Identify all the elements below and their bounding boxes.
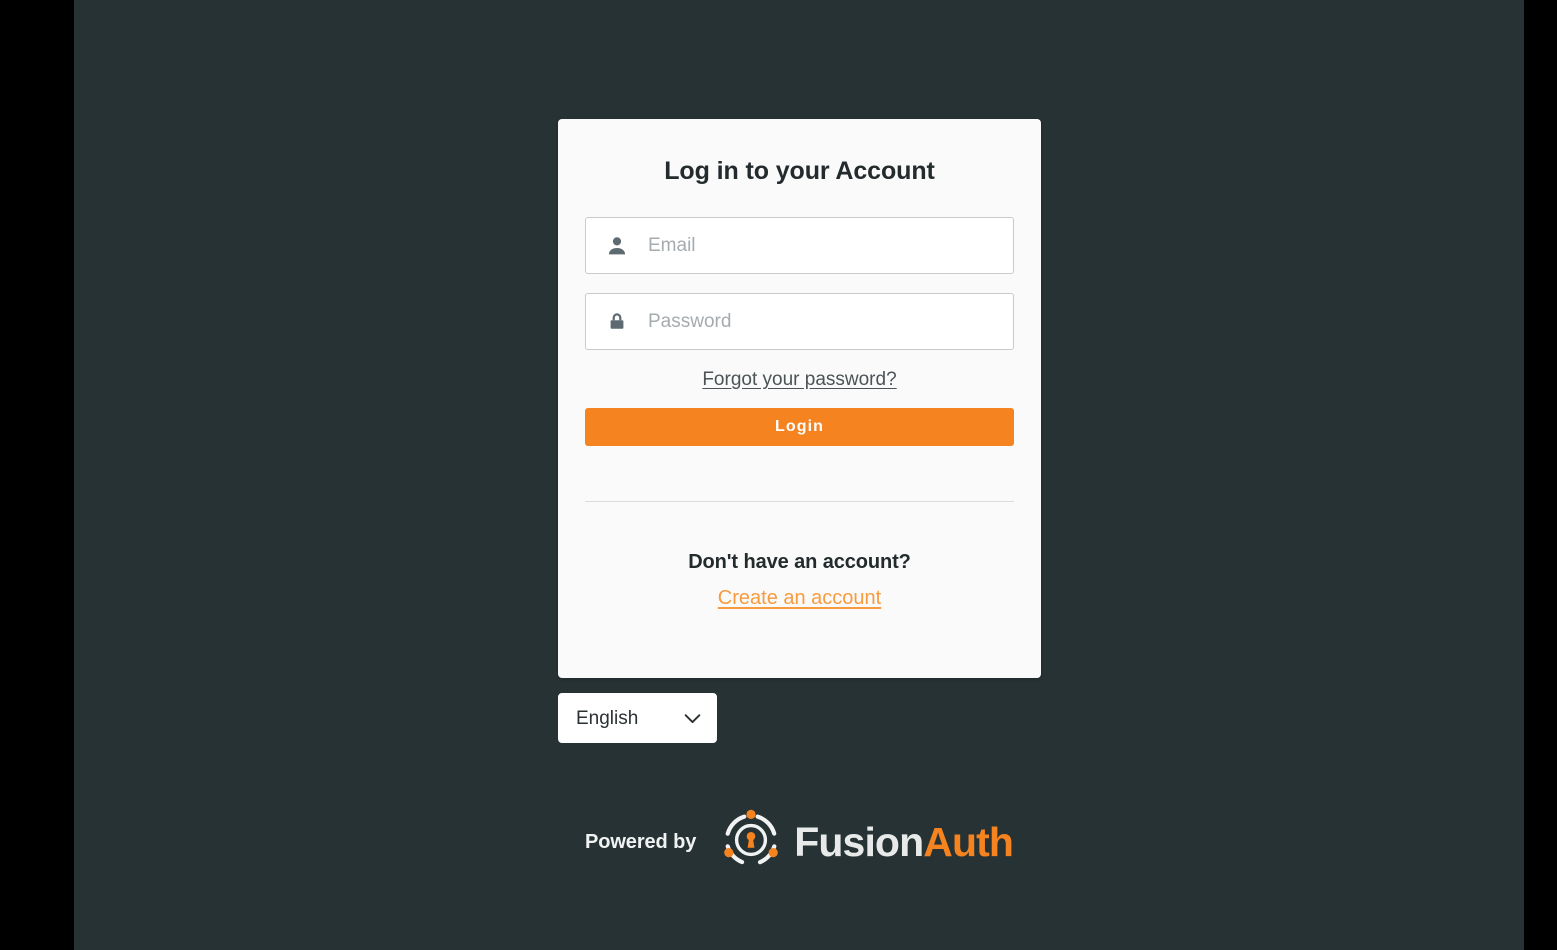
signup-prompt: Don't have an account? [688, 551, 911, 573]
section-divider [585, 501, 1014, 502]
login-page: Log in to your Account Email Forgot your… [74, 0, 1524, 950]
login-card: Log in to your Account Email Forgot your… [558, 119, 1041, 678]
create-account-link[interactable]: Create an account [718, 587, 881, 610]
screen: Log in to your Account Email Forgot your… [0, 0, 1557, 950]
letterbox-left [0, 0, 74, 950]
forgot-password-link[interactable]: Forgot your password? [702, 369, 896, 390]
password-field-row[interactable] [585, 293, 1014, 350]
user-icon [586, 234, 648, 258]
login-button[interactable]: Login [585, 408, 1014, 446]
footer: Powered by FusionAuth [74, 808, 1524, 877]
email-field-row[interactable] [585, 217, 1014, 274]
language-select-input[interactable]: English [558, 693, 717, 743]
lock-icon [586, 310, 648, 334]
password-input[interactable] [648, 294, 1013, 349]
powered-by-label: Powered by [584, 831, 697, 853]
wordmark-auth: Auth [923, 819, 1014, 865]
fusionauth-wordmark: FusionAuth [794, 819, 1014, 865]
login-form: Forgot your password? Login [558, 217, 1041, 446]
letterbox-right [1524, 0, 1557, 950]
forgot-password-row: Forgot your password? [585, 369, 1014, 391]
signup-section: Don't have an account? Create an account [558, 551, 1041, 610]
page-title: Log in to your Account [664, 157, 935, 185]
email-input[interactable] [648, 218, 1013, 273]
fusionauth-logo-icon [719, 808, 783, 877]
language-selector[interactable]: English [558, 693, 717, 743]
fusionauth-logo: FusionAuth [719, 808, 1014, 877]
wordmark-fusion: Fusion [794, 819, 924, 865]
